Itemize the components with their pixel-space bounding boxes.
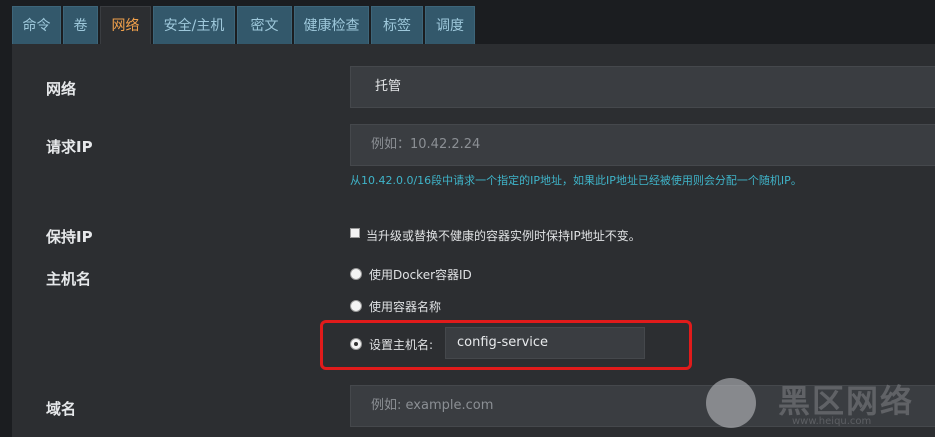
hostname-option-container-id[interactable]: 使用Docker容器ID bbox=[369, 266, 472, 283]
hostname-label: 主机名 bbox=[46, 270, 92, 288]
tab-labels[interactable]: 标签 bbox=[371, 6, 423, 44]
tab-secrets[interactable]: 密文 bbox=[237, 6, 292, 44]
watermark: 黑区网络 www.heiqu.com bbox=[702, 372, 935, 437]
network-mode-select[interactable]: 托管 bbox=[350, 66, 935, 108]
hostname-radio-container-name[interactable] bbox=[350, 300, 362, 312]
tab-command[interactable]: 命令 bbox=[12, 6, 61, 44]
tab-scheduling[interactable]: 调度 bbox=[425, 6, 475, 44]
request-ip-label: 请求IP bbox=[46, 138, 93, 156]
request-ip-input[interactable]: 例如：10.42.2.24 bbox=[350, 124, 935, 166]
tab-security-host[interactable]: 安全/主机 bbox=[153, 6, 235, 44]
annotation-highlight-box bbox=[320, 320, 692, 370]
retain-ip-checkbox-label[interactable]: 当升级或替换不健康的容器实例时保持IP地址不变。 bbox=[366, 227, 641, 244]
retain-ip-checkbox[interactable] bbox=[350, 228, 360, 238]
retain-ip-label: 保持IP bbox=[46, 228, 93, 246]
tab-network[interactable]: 网络 bbox=[100, 6, 151, 44]
hostname-radio-container-id[interactable] bbox=[350, 268, 362, 280]
tab-bar: 命令 卷 网络 安全/主机 密文 健康检查 标签 调度 bbox=[0, 0, 935, 46]
watermark-logo-icon bbox=[706, 378, 756, 428]
tab-volumes[interactable]: 卷 bbox=[63, 6, 98, 44]
tab-health-check[interactable]: 健康检查 bbox=[294, 6, 369, 44]
left-gutter bbox=[0, 44, 12, 437]
hostname-option-container-name[interactable]: 使用容器名称 bbox=[369, 298, 441, 315]
request-ip-help: 从10.42.0.0/16段中请求一个指定的IP地址，如果此IP地址已经被使用则… bbox=[350, 174, 802, 187]
domain-label: 域名 bbox=[46, 400, 77, 418]
network-label: 网络 bbox=[46, 80, 77, 98]
watermark-subtext: www.heiqu.com bbox=[792, 416, 872, 427]
